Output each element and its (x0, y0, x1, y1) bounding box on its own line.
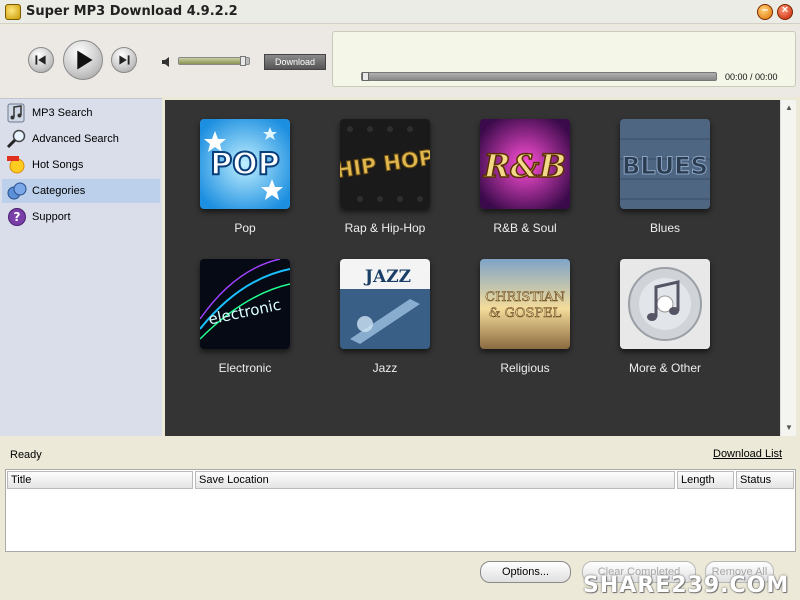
help-icon: ? (8, 208, 26, 226)
magnifier-icon (6, 129, 26, 149)
jazz-cover-icon: JAZZ (340, 259, 430, 349)
sidebar: MP3 Search Advanced Search Hot Songs Cat… (0, 98, 162, 436)
sidebar-item-label: Hot Songs (32, 159, 84, 171)
category-electronic[interactable]: electronic Electronic (165, 259, 305, 399)
scroll-up-icon[interactable]: ▲ (782, 101, 796, 115)
next-track-button[interactable] (111, 47, 137, 73)
category-jazz[interactable]: JAZZ Jazz (305, 259, 445, 399)
sidebar-item-label: Advanced Search (32, 133, 119, 145)
category-more-other[interactable]: More & Other (585, 259, 725, 399)
options-button[interactable]: Options... (480, 561, 571, 583)
player-toolbar: Download 00:00 / 00:00 (0, 25, 800, 97)
category-religious[interactable]: CHRISTIAN & GOSPEL Religious (445, 259, 585, 399)
pop-cover-icon: POP (200, 119, 290, 209)
seek-thumb[interactable] (362, 72, 369, 81)
sidebar-item-categories[interactable]: Categories (2, 179, 160, 203)
svg-text:BLUES: BLUES (622, 152, 708, 180)
minimize-button[interactable]: – (757, 4, 773, 20)
sidebar-item-advanced-search[interactable]: Advanced Search (2, 127, 160, 151)
speaker-icon[interactable] (161, 56, 173, 68)
categories-icon (7, 182, 27, 200)
electronic-cover-icon: electronic (200, 259, 290, 349)
sidebar-item-label: Categories (32, 185, 86, 197)
sidebar-item-label: Support (32, 211, 71, 223)
status-text: Ready (10, 449, 42, 461)
category-label: Rap & Hip-Hop (344, 221, 426, 235)
svg-text:JAZZ: JAZZ (363, 267, 411, 287)
play-icon (77, 50, 93, 70)
close-button[interactable]: × (777, 4, 793, 20)
column-header-save-location[interactable]: Save Location (195, 471, 675, 489)
column-header-title[interactable]: Title (7, 471, 193, 489)
next-icon (119, 55, 130, 65)
time-display: 00:00 / 00:00 (725, 72, 778, 82)
previous-track-button[interactable] (28, 47, 54, 73)
categories-scrollbar[interactable]: ▲ ▼ (780, 100, 796, 436)
svg-text:?: ? (14, 210, 21, 224)
cd-music-icon (620, 259, 710, 349)
category-label: R&B & Soul (493, 221, 557, 235)
category-label: Pop (234, 221, 256, 235)
blues-cover-icon: BLUES (620, 119, 710, 209)
category-label: Blues (649, 221, 681, 235)
column-header-length[interactable]: Length (677, 471, 734, 489)
sidebar-item-label: MP3 Search (32, 107, 93, 119)
play-button[interactable] (63, 40, 103, 80)
category-rap-hip-hop[interactable]: HIP HOP Rap & Hip-Hop (305, 119, 445, 259)
svg-text:R&B: R&B (483, 147, 567, 185)
volume-fill (179, 58, 246, 64)
svg-text:& GOSPEL: & GOSPEL (489, 306, 562, 321)
column-header-status[interactable]: Status (736, 471, 794, 489)
app-logo-icon (5, 4, 21, 20)
sidebar-item-mp3-search[interactable]: MP3 Search (2, 101, 160, 125)
category-rnb-soul[interactable]: R&B R&B & Soul (445, 119, 585, 259)
music-note-icon (7, 103, 25, 123)
window-title: Super MP3 Download 4.9.2.2 (26, 4, 238, 19)
gospel-cover-icon: CHRISTIAN & GOSPEL (480, 259, 570, 349)
download-list-link[interactable]: Download List (713, 448, 782, 460)
title-bar: Super MP3 Download 4.9.2.2 – × (0, 0, 800, 24)
category-label: Jazz (372, 361, 398, 375)
categories-panel: POP Pop HIP HOP Rap & Hip-Hop R&B R&B & … (165, 100, 780, 436)
watermark: SHARE239.COM (583, 573, 790, 598)
download-table: Title Save Location Length Status (5, 469, 796, 552)
now-playing-panel: 00:00 / 00:00 (332, 31, 796, 87)
category-label: Religious (500, 361, 550, 375)
category-label: More & Other (628, 361, 702, 375)
sidebar-item-support[interactable]: ? Support (2, 205, 160, 229)
volume-slider[interactable] (178, 56, 250, 66)
sun-icon (7, 156, 25, 174)
volume-thumb[interactable] (239, 56, 246, 66)
category-label: Electronic (218, 361, 272, 375)
seek-bar[interactable] (361, 72, 717, 81)
download-button[interactable]: Download (264, 54, 326, 70)
hip-hop-cover-icon: HIP HOP (340, 119, 430, 209)
previous-icon (35, 55, 46, 65)
svg-text:POP: POP (210, 147, 279, 182)
svg-text:CHRISTIAN: CHRISTIAN (485, 290, 565, 305)
sidebar-item-hot-songs[interactable]: Hot Songs (2, 153, 160, 177)
scroll-down-icon[interactable]: ▼ (782, 421, 796, 435)
category-pop[interactable]: POP Pop (165, 119, 305, 259)
rnb-cover-icon: R&B (480, 119, 570, 209)
category-blues[interactable]: BLUES Blues (585, 119, 725, 259)
